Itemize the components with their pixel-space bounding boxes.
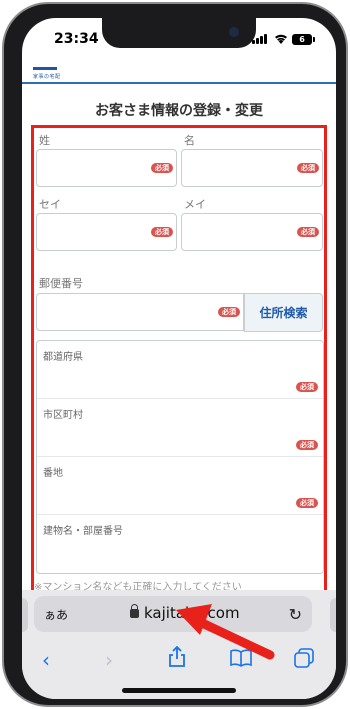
annotation-arrow	[176, 604, 275, 660]
